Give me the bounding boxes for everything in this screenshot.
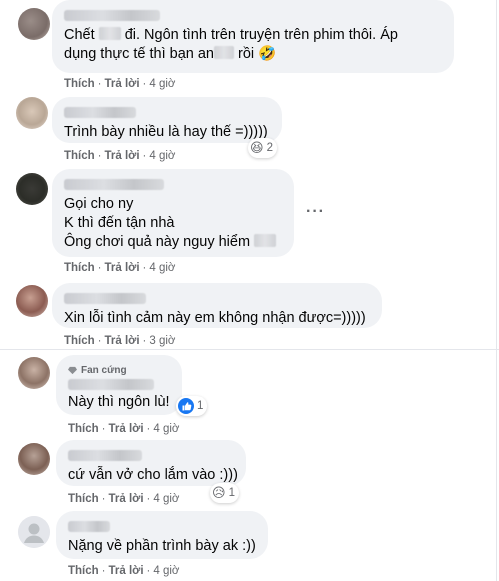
like-link[interactable]: Thích (64, 150, 95, 162)
avatar[interactable] (18, 443, 50, 475)
right-divider (496, 0, 497, 581)
like-icon (178, 398, 194, 414)
like-link[interactable]: Thích (64, 335, 95, 347)
comment-bubble: Fan cứng Này thì ngôn lù! (56, 355, 182, 415)
comment-text: dụng thực tế thì bạn an rồi 🤣 (64, 46, 277, 62)
reaction-summary[interactable]: 😆 2 (248, 138, 277, 158)
commenter-name[interactable] (68, 450, 142, 462)
timestamp[interactable]: 4 giờ (149, 150, 175, 162)
sad-icon: 😥 (212, 485, 226, 500)
comment-actions: Thích · Trả lời · 4 giờ (68, 423, 180, 435)
comment-actions: Thích · Trả lời · 3 giờ (64, 335, 176, 347)
avatar[interactable] (16, 285, 48, 317)
reaction-count: 1 (228, 487, 235, 499)
comment-text: Ông chơi quả này nguy hiểm (64, 233, 282, 252)
timestamp[interactable]: 4 giờ (153, 565, 179, 577)
commenter-name[interactable] (68, 521, 110, 533)
comment-actions: Thích · Trả lời · 4 giờ (68, 565, 180, 577)
comment-bubble: Gọi cho ny K thì đến tận nhà Ông chơi qu… (52, 169, 294, 257)
commenter-name[interactable] (64, 10, 160, 22)
like-link[interactable]: Thích (68, 493, 99, 505)
timestamp[interactable]: 4 giờ (149, 262, 175, 274)
default-avatar-icon (18, 516, 50, 548)
avatar[interactable] (16, 173, 48, 205)
avatar[interactable] (18, 357, 50, 389)
like-link[interactable]: Thích (64, 262, 95, 274)
reply-link[interactable]: Trả lời (109, 493, 144, 505)
timestamp[interactable]: 4 giờ (153, 423, 179, 435)
reply-link[interactable]: Trả lời (105, 150, 140, 162)
comment-bubble: Trình bày nhiều là hay thế =))))) (52, 97, 282, 143)
timestamp[interactable]: 4 giờ (149, 78, 175, 90)
comment-actions: Thích · Trả lời · 4 giờ (68, 493, 180, 505)
comment-actions: Thích · Trả lời · 4 giờ (64, 78, 176, 90)
fan-badge: Fan cứng (68, 363, 170, 377)
badge-label: Fan cứng (81, 364, 127, 376)
timestamp[interactable]: 3 giờ (149, 335, 175, 347)
reply-link[interactable]: Trả lời (105, 335, 140, 347)
diamond-icon (68, 366, 77, 375)
avatar[interactable] (18, 516, 50, 548)
haha-icon: 😆 (250, 140, 264, 155)
comment-text: Chết đi. Ngôn tình trên truyện trên phim… (64, 27, 398, 43)
reply-link[interactable]: Trả lời (109, 423, 144, 435)
comment-text: Xin lỗi tình cảm này em không nhận được=… (64, 310, 366, 326)
commenter-name[interactable] (68, 379, 154, 391)
comment-text: Nặng về phần trình bày ak :)) (68, 538, 256, 554)
avatar[interactable] (18, 8, 50, 40)
like-link[interactable]: Thích (64, 78, 95, 90)
comment-bubble: Chết đi. Ngôn tình trên truyện trên phim… (52, 0, 454, 73)
comment-text: Gọi cho ny (64, 196, 134, 212)
comment-text: K thì đến tận nhà (64, 215, 175, 231)
reply-link[interactable]: Trả lời (105, 78, 140, 90)
commenter-name[interactable] (64, 107, 136, 119)
like-link[interactable]: Thích (68, 423, 99, 435)
reply-link[interactable]: Trả lời (105, 262, 140, 274)
comment-actions: Thích · Trả lời · 4 giờ (64, 262, 176, 274)
comment-bubble: Xin lỗi tình cảm này em không nhận được=… (52, 283, 382, 328)
comment-actions: Thích · Trả lời · 4 giờ (64, 150, 176, 162)
commenter-name[interactable] (64, 179, 164, 191)
commenter-name[interactable] (64, 293, 146, 305)
more-options-icon[interactable]: ··· (306, 203, 325, 221)
reaction-count: 1 (197, 400, 204, 412)
like-link[interactable]: Thích (68, 565, 99, 577)
comment-text: cứ vẫn vở cho lắm vào :))) (68, 467, 238, 483)
comment-bubble: cứ vẫn vở cho lắm vào :))) (56, 440, 246, 486)
section-divider (0, 349, 499, 350)
reply-link[interactable]: Trả lời (109, 565, 144, 577)
comment-text: Này thì ngôn lù! (68, 394, 170, 410)
comment-text: Trình bày nhiều là hay thế =))))) (64, 124, 268, 140)
reaction-count: 2 (266, 142, 273, 154)
comment-bubble: Nặng về phần trình bày ak :)) (56, 511, 268, 559)
avatar[interactable] (16, 97, 48, 129)
reaction-summary[interactable]: 😥 1 (210, 483, 239, 503)
timestamp[interactable]: 4 giờ (153, 493, 179, 505)
reaction-summary[interactable]: 1 (176, 396, 208, 416)
